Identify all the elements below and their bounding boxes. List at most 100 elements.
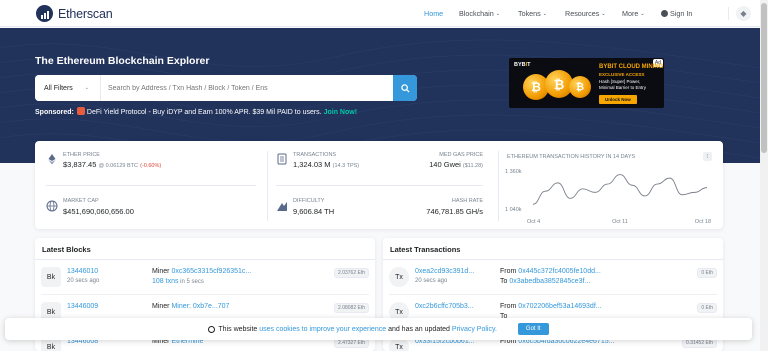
tx-to: To 0x3abedba3852845ce3f... — [500, 278, 591, 285]
coin-icon: ₿ — [569, 76, 591, 98]
transactions-value: 1,324.03 M (14.3 TPS) — [293, 160, 360, 169]
latest-transactions-title: Latest Transactions — [383, 238, 723, 260]
market-cap-label: MARKET CAP — [63, 198, 99, 204]
logo-text: Etherscan — [58, 6, 113, 21]
nav-home[interactable]: Home — [424, 9, 443, 18]
chart-menu-button[interactable]: ⁝ — [703, 152, 712, 161]
search-button[interactable] — [393, 75, 417, 101]
difficulty-value: 9,606.84 TH — [293, 207, 335, 216]
transactions-label: TRANSACTIONS — [293, 152, 337, 158]
x-tick-label: Oct 4 — [527, 219, 540, 225]
search-filter-select[interactable]: All Filters ⌄ — [35, 75, 101, 101]
divider — [276, 185, 483, 186]
gas-price-label: MED GAS PRICE — [439, 152, 483, 158]
ethereum-icon — [48, 154, 56, 165]
block-badge: Bk — [41, 267, 61, 287]
tx-amount: 0 Eth — [697, 268, 717, 278]
search-icon — [400, 83, 410, 93]
x-tick-label: Oct 11 — [612, 219, 628, 225]
page-scrollbar[interactable] — [760, 0, 768, 351]
divider — [46, 185, 256, 186]
chevron-down-icon: ⌄ — [495, 11, 500, 17]
chevron-down-icon: ⌄ — [640, 11, 645, 17]
latest-blocks-title: Latest Blocks — [35, 238, 375, 260]
nav-more[interactable]: More ⌄ — [622, 9, 645, 18]
ad-headline: BYBIT CLOUD MINING — [599, 64, 664, 70]
from-address-link[interactable]: 0x445c372fc4005fe10dd... — [518, 268, 601, 275]
nav-sign-in[interactable]: Sign In — [661, 9, 692, 18]
block-age: 20 secs ago — [67, 278, 100, 284]
transaction-row: Tx 0xea2cd93c391d... 20 secs ago From 0x… — [383, 260, 723, 294]
user-icon — [661, 10, 668, 17]
block-number-link[interactable]: 13446010 — [67, 268, 98, 275]
cookie-banner: This website uses cookies to improve you… — [5, 318, 752, 340]
tx-hash-link[interactable]: 0xea2cd93c391d... — [415, 268, 474, 275]
transaction-badge: Tx — [389, 267, 409, 287]
difficulty-icon — [277, 202, 287, 211]
ad-unlock-button[interactable]: Unlock Now — [599, 95, 637, 104]
sponsored-line: Sponsored: DeFi Yield Protocol - Buy iDYP… — [35, 107, 357, 116]
miner-link[interactable]: Miner: 0xb7e...707 — [171, 303, 229, 310]
nav-blockchain[interactable]: Blockchain ⌄ — [459, 9, 500, 18]
nav-divider — [728, 7, 729, 20]
divider — [498, 151, 499, 221]
chart-title: ETHEREUM TRANSACTION HISTORY IN 14 DAYS — [507, 154, 636, 160]
network-stats-card: ETHER PRICE $3,837.45 @ 0.06129 BTC (-0.… — [35, 141, 723, 229]
transaction-history-chart[interactable]: 1 360k 1 040k Oct 4 Oct 11 Oct 18 — [503, 163, 713, 227]
scrollbar-thumb[interactable] — [761, 3, 767, 153]
divider — [267, 151, 268, 221]
y-tick-label: 1 040k — [505, 207, 522, 213]
chevron-down-icon: ⌄ — [601, 11, 606, 17]
tx-hash-link[interactable]: 0xc2b6cffc705b3... — [415, 303, 474, 310]
search-bar: All Filters ⌄ — [35, 75, 417, 101]
chevron-down-icon: ⌄ — [542, 11, 547, 17]
ad-brand: BYBIT — [514, 62, 531, 68]
block-miner: Miner Miner: 0xb7e...707 — [152, 303, 230, 310]
block-reward: 2.08082 Eth — [334, 303, 369, 313]
tx-from: From 0x702206bef53a14693df... — [500, 303, 602, 310]
y-tick-label: 1 360k — [505, 169, 522, 175]
globe-icon — [46, 200, 58, 212]
cookie-text: This website — [218, 325, 258, 333]
ether-price-value: $3,837.45 @ 0.06129 BTC (-0.60%) — [63, 160, 162, 169]
miner-link[interactable]: 0xc365c3315cf926351c... — [171, 268, 251, 275]
tx-from: From 0x445c372fc4005fe10dd... — [500, 268, 601, 275]
etherscan-logo[interactable]: Etherscan — [36, 5, 113, 22]
block-miner: Miner 0xc365c3315cf926351c... — [152, 268, 252, 275]
logo-mark-icon — [36, 5, 53, 22]
transactions-icon — [277, 153, 287, 165]
tx-age: 20 secs ago — [415, 278, 448, 284]
block-txns: 108 txns in 5 secs — [152, 278, 204, 285]
privacy-policy-link[interactable]: Privacy Policy. — [452, 326, 497, 333]
sponsor-logo-icon — [76, 107, 85, 115]
hero-title: The Ethereum Blockchain Explorer — [35, 55, 210, 67]
search-input[interactable] — [101, 75, 393, 101]
tx-amount: 0 Eth — [697, 303, 717, 313]
sponsored-join-link[interactable]: Join Now! — [324, 109, 357, 116]
block-reward: 2.03762 Eth — [334, 268, 369, 278]
top-navbar: Etherscan Home Blockchain ⌄ Tokens ⌄ Resou… — [0, 0, 768, 27]
ad-subheadline: EXCLUSIVE ACCESS — [599, 72, 645, 77]
to-address-link[interactable]: 0x3abedba3852845ce3f... — [509, 278, 590, 285]
difficulty-label: DIFFICULTY — [293, 198, 325, 204]
hash-rate-label: HASH RATE — [451, 198, 483, 204]
cookie-accept-button[interactable]: Got It — [517, 323, 549, 335]
gas-price-value[interactable]: 140 Gwei ($11.28) — [415, 160, 483, 169]
txns-link[interactable]: 108 txns — [152, 278, 178, 285]
from-address-link[interactable]: 0x702206bef53a14693df... — [518, 303, 601, 310]
nav-resources[interactable]: Resources ⌄ — [565, 9, 606, 18]
hash-rate-value: 746,781.85 GH/s — [426, 207, 483, 216]
chevron-down-icon: ⌄ — [84, 85, 89, 91]
cookie-text: and has an updated — [388, 325, 450, 333]
block-row: Bk 13446010 20 secs ago Miner 0xc365c331… — [35, 260, 375, 294]
ad-copy: Hash [Super] Power, Minimal Barrier to En… — [599, 79, 647, 90]
market-cap-value: $451,690,060,656.00 — [63, 207, 134, 216]
nav-tokens[interactable]: Tokens ⌄ — [518, 9, 547, 18]
ad-banner[interactable]: Ad BYBIT ₿ ₿ ₿ BYBIT CLOUD MINING EXCLUS… — [509, 58, 664, 108]
series-line — [532, 174, 708, 205]
block-number-link[interactable]: 13446009 — [67, 303, 98, 310]
ethereum-network-icon[interactable]: ◆ — [736, 6, 751, 21]
cookie-policy-link[interactable]: uses cookies to improve your experience — [259, 326, 386, 333]
cookie-icon — [208, 325, 216, 333]
x-tick-label: Oct 18 — [695, 219, 711, 225]
